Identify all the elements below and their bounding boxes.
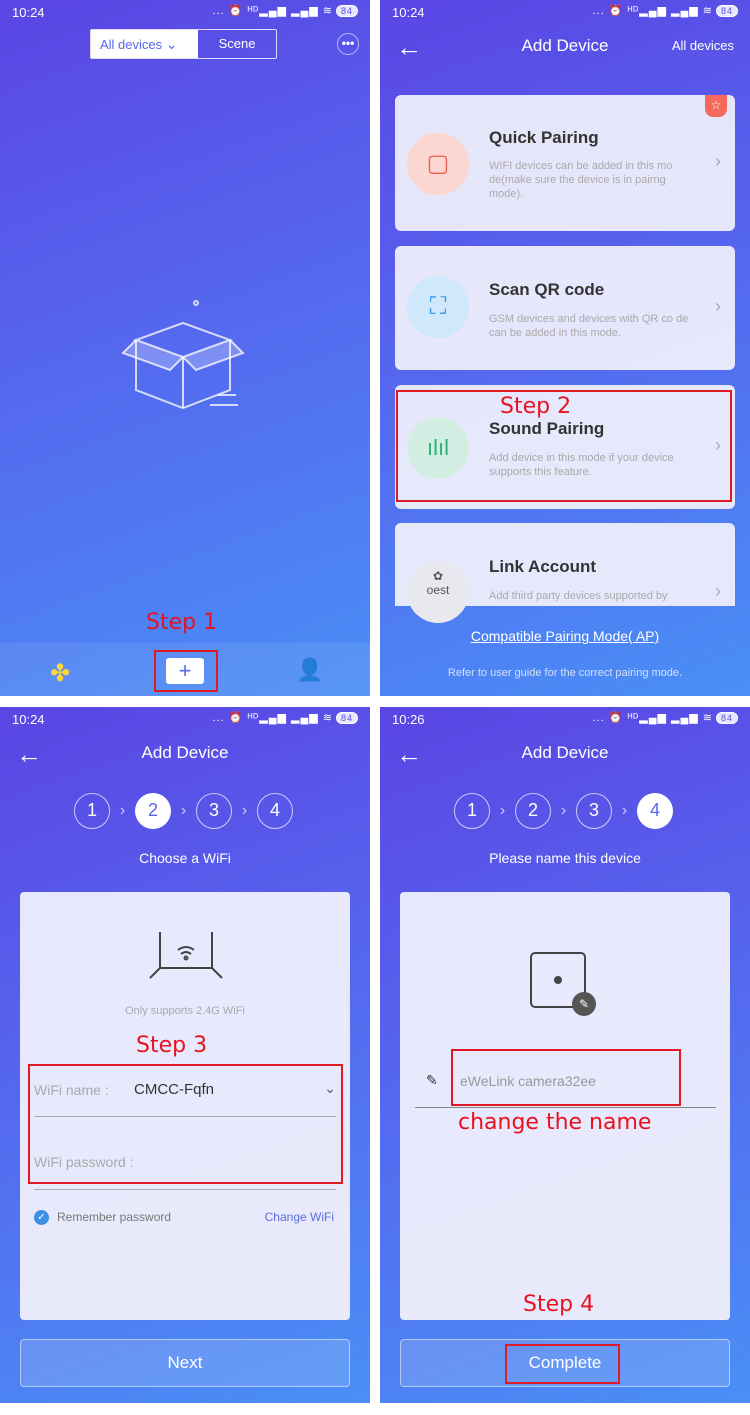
ezviz-logo: ✿ oest bbox=[407, 561, 469, 623]
chevron-down-icon: ⌄ bbox=[165, 36, 178, 52]
tab-scene[interactable]: Scene bbox=[198, 30, 276, 58]
logo-text: oest bbox=[426, 583, 450, 597]
card-title: Link Account bbox=[489, 557, 597, 576]
step-2: 2 bbox=[135, 793, 171, 829]
step-1: 1 bbox=[454, 793, 490, 829]
card-quick-pairing[interactable]: ▢ Quick Pairing WIFI devices can be adde… bbox=[395, 95, 735, 231]
battery-icon: 84 bbox=[335, 5, 358, 17]
more-icon[interactable]: ••• bbox=[337, 33, 359, 55]
divider bbox=[415, 1107, 716, 1108]
card-desc: Add third party devices supported by bbox=[489, 590, 668, 602]
status-time: 10:24 bbox=[12, 712, 45, 727]
page-title: Add Device bbox=[141, 743, 229, 762]
step-1: 1 bbox=[74, 793, 110, 829]
filter-all-devices[interactable]: All devices bbox=[672, 38, 734, 53]
name-form: ✎ ✎ eWeLink camera32ee bbox=[400, 892, 730, 1320]
chevron-right-icon: › bbox=[715, 296, 721, 316]
status-icons: ... ⏰ ᴴᴰ▂▄▆ ▂▄▆ ≋ bbox=[212, 712, 333, 724]
remember-checkbox[interactable]: ✓ bbox=[34, 1210, 49, 1225]
step-4: 4 bbox=[257, 793, 293, 829]
edit-badge-icon: ✎ bbox=[572, 992, 596, 1016]
pencil-icon: ✎ bbox=[426, 1072, 438, 1088]
step-annotation: Step 4 bbox=[523, 1292, 595, 1317]
card-link-account[interactable]: ✿ oest Link Account Add third party devic… bbox=[395, 523, 735, 623]
card-scan-qr[interactable]: ⛶ Scan QR code GSM devices and devices w… bbox=[395, 246, 735, 370]
step-highlight bbox=[505, 1344, 620, 1384]
devices-nav-icon[interactable]: ✤ bbox=[50, 659, 70, 688]
add-device-button[interactable]: + bbox=[166, 658, 204, 684]
quick-pairing-icon: ▢ bbox=[407, 133, 469, 195]
status-time: 10:24 bbox=[392, 5, 425, 20]
step-indicator: 1 › 2 › 3 › 4 bbox=[454, 793, 673, 829]
card-title: Scan QR code bbox=[489, 280, 605, 299]
step-subtitle: Choose a WiFi bbox=[139, 850, 231, 866]
divider bbox=[34, 1189, 336, 1190]
empty-box-icon bbox=[121, 300, 245, 410]
step-subtitle: Please name this device bbox=[489, 850, 641, 866]
step-3: 3 bbox=[196, 793, 232, 829]
step-indicator: 1 › 2 › 3 › 4 bbox=[74, 793, 293, 829]
status-bar: 10:26 ... ⏰ ᴴᴰ▂▄▆ ▂▄▆ ≋ 84 bbox=[380, 707, 750, 731]
view-switcher: All devices ⌄ Scene bbox=[90, 29, 277, 59]
tab-label: All devices bbox=[100, 37, 163, 52]
battery-icon: 84 bbox=[715, 712, 738, 724]
battery-icon: 84 bbox=[715, 5, 738, 17]
step-annotation: Step 3 bbox=[136, 1033, 208, 1058]
step-3: 3 bbox=[576, 793, 612, 829]
name-highlight bbox=[451, 1049, 681, 1106]
status-bar: 10:24 ... ⏰ ᴴᴰ▂▄▆ ▂▄▆ ≋ 84 bbox=[0, 0, 370, 24]
support-note: Only supports 2.4G WiFi bbox=[125, 1005, 245, 1017]
profile-icon[interactable]: 👤 bbox=[296, 657, 323, 683]
step-annotation: Step 2 bbox=[500, 394, 572, 419]
status-icons: ... ⏰ ᴴᴰ▂▄▆ ▂▄▆ ≋ bbox=[592, 5, 713, 17]
next-button[interactable]: Next bbox=[20, 1339, 350, 1387]
home-screen: 10:24 ... ⏰ ᴴᴰ▂▄▆ ▂▄▆ ≋ 84 All devices ⌄ … bbox=[0, 0, 370, 696]
battery-icon: 84 bbox=[335, 712, 358, 724]
step-annotation: Step 1 bbox=[146, 610, 218, 635]
remember-label: Remember password bbox=[57, 1210, 172, 1224]
page-title: Add Device bbox=[521, 743, 609, 762]
status-icons: ... ⏰ ᴴᴰ▂▄▆ ▂▄▆ ≋ bbox=[592, 712, 713, 724]
name-annotation: change the name bbox=[458, 1110, 652, 1135]
change-wifi-link[interactable]: Change WiFi bbox=[265, 1210, 334, 1224]
status-bar: 10:24 ... ⏰ ᴴᴰ▂▄▆ ▂▄▆ ≋ 84 bbox=[0, 707, 370, 731]
scan-qr-icon: ⛶ bbox=[407, 276, 469, 338]
star-badge-icon: ☆ bbox=[705, 95, 727, 117]
chevron-right-icon: › bbox=[715, 581, 721, 601]
name-device-screen: 10:26 ... ⏰ ᴴᴰ▂▄▆ ▂▄▆ ≋ 84 ← Add Device 1… bbox=[380, 707, 750, 1403]
card-title: Quick Pairing bbox=[489, 128, 599, 147]
status-bar: 10:24 ... ⏰ ᴴᴰ▂▄▆ ▂▄▆ ≋ 84 bbox=[380, 0, 750, 24]
choose-wifi-screen: 10:24 ... ⏰ ᴴᴰ▂▄▆ ▂▄▆ ≋ 84 ← Add Device 1… bbox=[0, 707, 370, 1403]
compatible-pairing-link[interactable]: Compatible Pairing Mode( AP) bbox=[380, 628, 750, 644]
status-time: 10:24 bbox=[12, 5, 45, 20]
status-icons: ... ⏰ ᴴᴰ▂▄▆ ▂▄▆ ≋ bbox=[212, 5, 333, 17]
chevron-right-icon: › bbox=[715, 151, 721, 171]
card-desc: WIFI devices can be added in this mo de(… bbox=[489, 160, 673, 200]
step-highlight bbox=[28, 1064, 343, 1184]
status-time: 10:26 bbox=[392, 712, 425, 727]
step-4: 4 bbox=[637, 793, 673, 829]
hint-text: Refer to user guide for the correct pair… bbox=[447, 667, 683, 679]
card-desc: GSM devices and devices with QR co de ca… bbox=[489, 313, 689, 339]
router-icon bbox=[149, 932, 223, 979]
step-2: 2 bbox=[515, 793, 551, 829]
add-device-screen: 10:24 ... ⏰ ᴴᴰ▂▄▆ ▂▄▆ ≋ 84 ← Add Device A… bbox=[380, 0, 750, 696]
device-icon: ✎ bbox=[530, 952, 596, 1016]
tab-all-devices[interactable]: All devices ⌄ bbox=[91, 30, 198, 58]
